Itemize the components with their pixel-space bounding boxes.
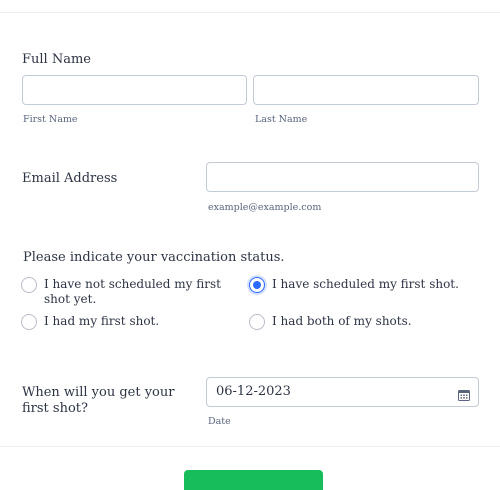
radio-option-label: I have not scheduled my first shot yet. (44, 277, 221, 306)
calendar-icon[interactable] (458, 386, 470, 401)
date-question-label: When will you get your first shot? (22, 385, 175, 416)
radio-option-scheduled[interactable]: I have scheduled my first shot. (249, 277, 479, 293)
radio-option-label: I have scheduled my first shot. (272, 277, 459, 291)
full-name-label: Full Name (22, 52, 91, 67)
radio-option-not-scheduled[interactable]: I have not scheduled my first shot yet. (21, 277, 236, 307)
last-name-sublabel: Last Name (255, 114, 308, 125)
radio-button[interactable] (21, 314, 37, 330)
calendar-icon-graphic (458, 390, 470, 401)
submit-button[interactable] (184, 470, 323, 490)
email-label: Email Address (22, 171, 118, 186)
last-name-input[interactable] (253, 75, 479, 105)
date-input[interactable]: 06-12-2023 (206, 377, 479, 407)
footer-divider (0, 446, 500, 447)
radio-option-both-shots[interactable]: I had both of my shots. (249, 314, 479, 330)
radio-option-label: I had my first shot. (44, 314, 160, 328)
email-sublabel: example@example.com (208, 202, 322, 213)
radio-button[interactable] (21, 277, 37, 293)
radio-button[interactable] (249, 314, 265, 330)
date-sublabel: Date (208, 416, 231, 427)
vaccination-question: Please indicate your vaccination status. (23, 250, 285, 265)
first-name-sublabel: First Name (23, 114, 78, 125)
radio-option-label: I had both of my shots. (272, 314, 412, 328)
header-divider (0, 12, 500, 13)
email-input[interactable] (206, 162, 479, 192)
date-value: 06-12-2023 (216, 384, 291, 399)
first-name-input[interactable] (22, 75, 247, 105)
radio-option-first-shot[interactable]: I had my first shot. (21, 314, 236, 330)
radio-button-selected[interactable] (249, 277, 265, 293)
